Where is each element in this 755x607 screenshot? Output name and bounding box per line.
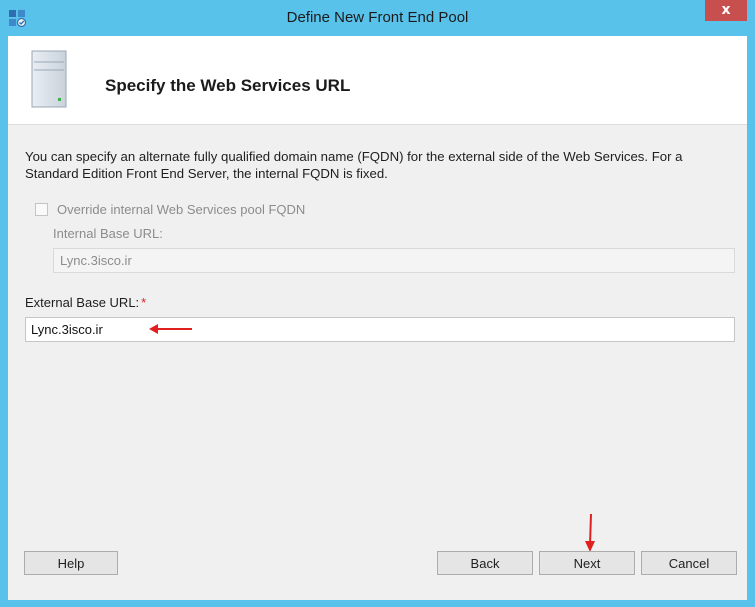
dialog-window: Define New Front End Pool x Specify the … bbox=[0, 0, 755, 607]
back-button[interactable]: Back bbox=[437, 551, 533, 575]
override-fqdn-checkbox[interactable] bbox=[35, 203, 48, 216]
override-fqdn-label: Override internal Web Services pool FQDN bbox=[57, 202, 306, 217]
next-button[interactable]: Next bbox=[539, 551, 635, 575]
wizard-header: Specify the Web Services URL bbox=[8, 36, 747, 124]
page-title: Specify the Web Services URL bbox=[105, 76, 351, 95]
wizard-body: You can specify an alternate fully quali… bbox=[8, 124, 747, 600]
required-marker: * bbox=[141, 295, 147, 310]
external-base-url-label-text: External Base URL: bbox=[25, 295, 140, 310]
internal-base-url-label: Internal Base URL: bbox=[53, 226, 163, 241]
cancel-button[interactable]: Cancel bbox=[641, 551, 737, 575]
window-title: Define New Front End Pool bbox=[286, 9, 469, 26]
help-button[interactable]: Help bbox=[24, 551, 118, 575]
annotation-arrow-down-icon bbox=[585, 513, 595, 552]
server-icon bbox=[31, 50, 67, 108]
title-bar[interactable]: Define New Front End Pool x bbox=[0, 0, 755, 36]
description-text: You can specify an alternate fully quali… bbox=[25, 149, 683, 181]
annotation-arrow-left-icon bbox=[149, 324, 192, 334]
internal-base-url-field bbox=[53, 248, 735, 273]
dialog-client: Specify the Web Services URL You can spe… bbox=[8, 36, 747, 600]
external-base-url-label: External Base URL: * bbox=[25, 295, 146, 310]
close-button[interactable]: x bbox=[705, 0, 747, 21]
external-base-url-field[interactable] bbox=[25, 317, 735, 342]
